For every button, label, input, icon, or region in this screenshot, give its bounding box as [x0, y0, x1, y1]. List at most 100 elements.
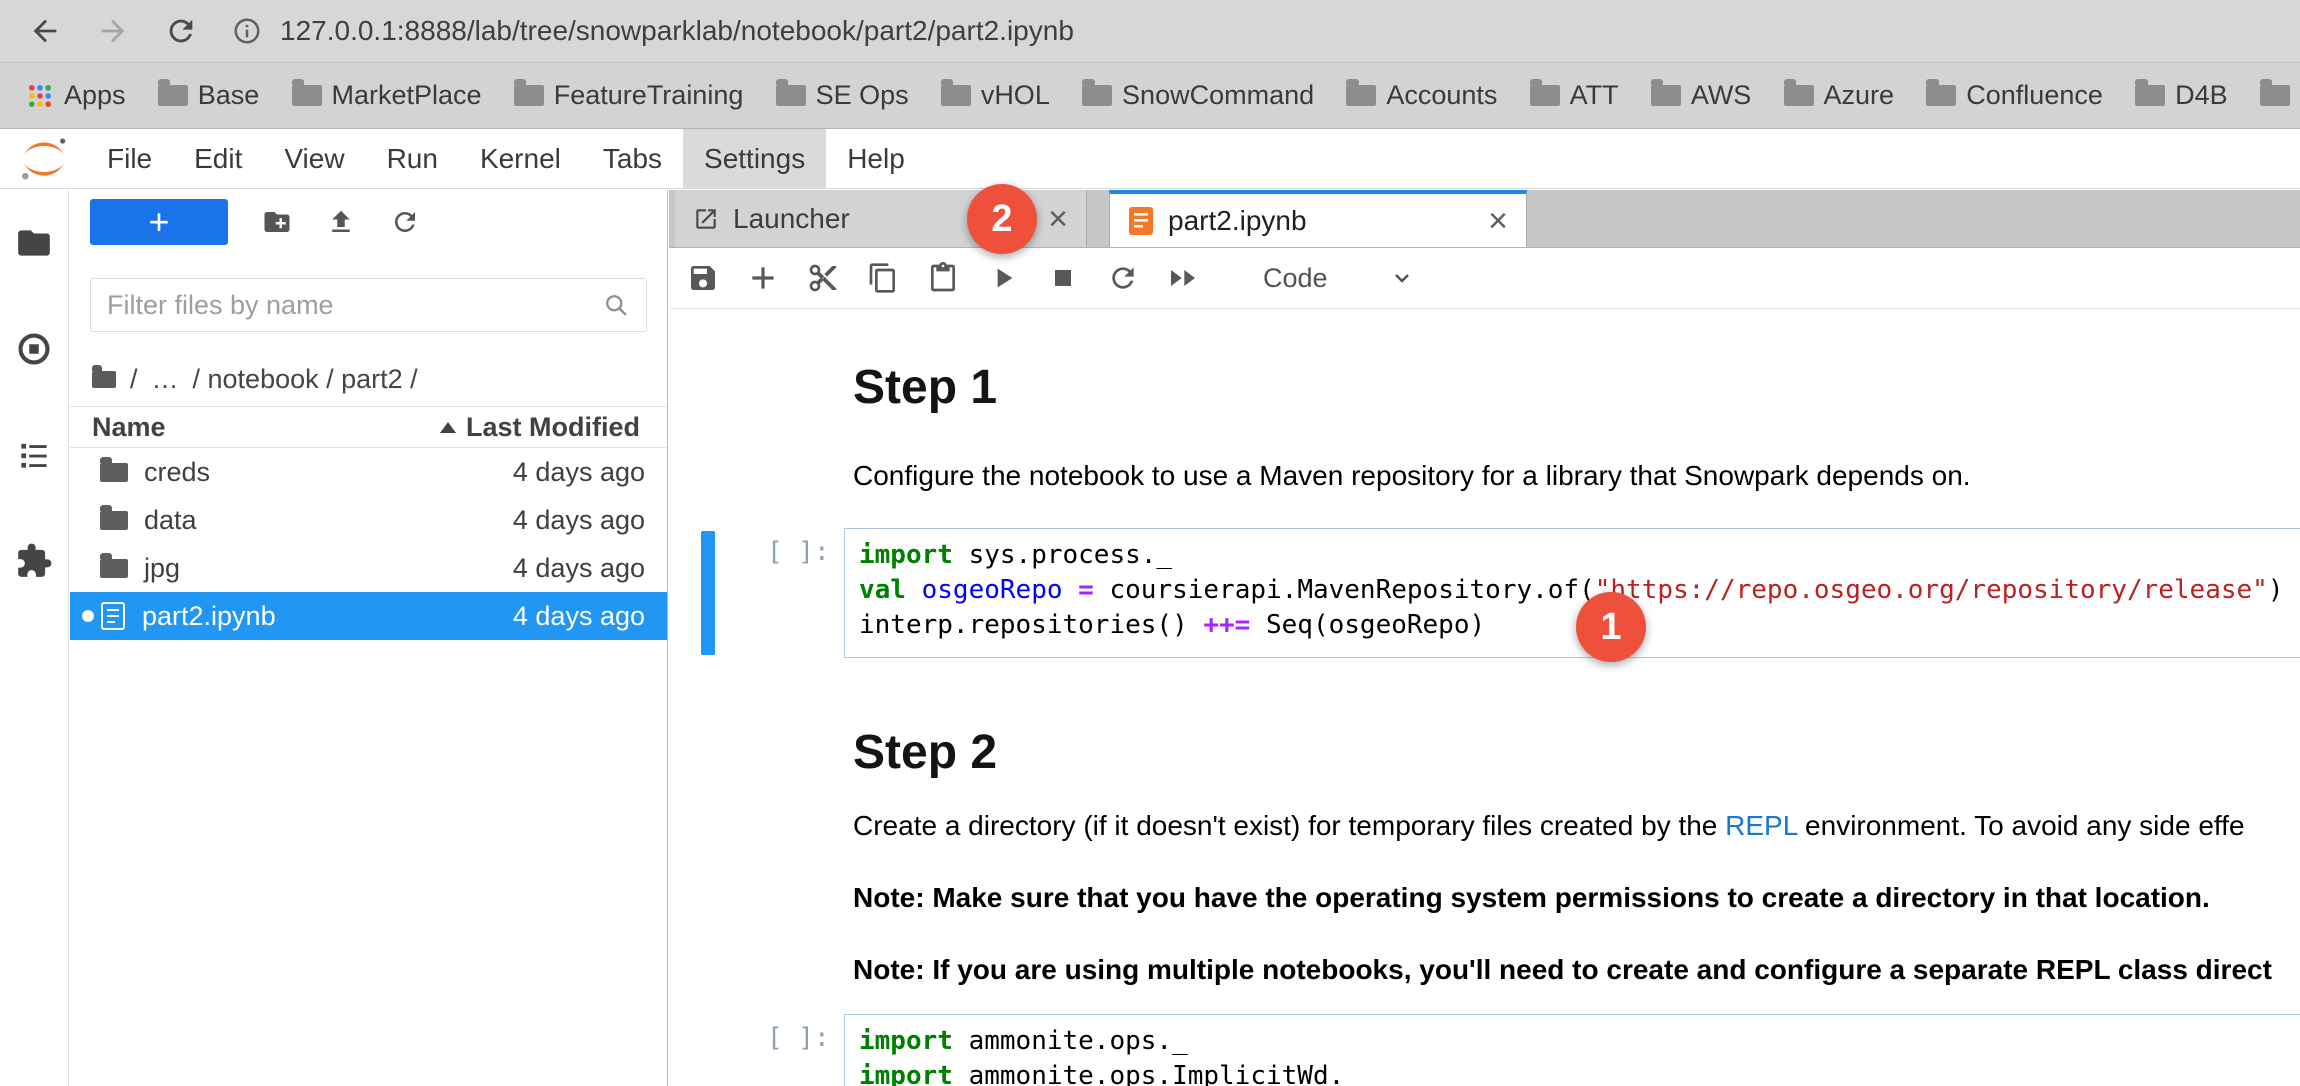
bookmark-folder-vhol[interactable]: vHOL: [941, 80, 1050, 111]
open-file-dot: [82, 610, 94, 622]
bookmark-folder-clipped[interactable]: [2260, 85, 2290, 106]
breadcrumb-ellipsis[interactable]: …: [152, 364, 179, 395]
file-modified: 4 days ago: [513, 601, 645, 632]
bookmark-folder-base[interactable]: Base: [158, 80, 260, 111]
home-folder-icon[interactable]: [92, 371, 116, 388]
menu-help[interactable]: Help: [826, 129, 926, 188]
markdown-note-permissions: Note: Make sure that you have the operat…: [853, 882, 2210, 913]
dock-tab-bar: Launcher × part2.ipynb × 2: [669, 190, 2300, 248]
column-header-last-modified[interactable]: Last Modified: [466, 412, 640, 443]
markdown-paragraph-step2: Create a directory (if it doesn't exist)…: [853, 810, 2245, 842]
stop-icon[interactable]: [1047, 262, 1079, 294]
jupyter-logo: [18, 133, 70, 185]
breadcrumb: / … / notebook / part2 /: [70, 352, 667, 406]
back-icon[interactable]: [28, 14, 62, 48]
reload-icon[interactable]: [164, 14, 198, 48]
menu-view[interactable]: View: [263, 129, 365, 188]
restart-kernel-icon[interactable]: [1107, 262, 1139, 294]
bookmark-label: AWS: [1691, 80, 1752, 111]
close-icon[interactable]: ×: [1488, 204, 1508, 238]
new-folder-icon[interactable]: [262, 207, 292, 237]
refresh-icon[interactable]: [390, 207, 420, 237]
filter-files-input[interactable]: [107, 290, 602, 321]
folder-icon: [2135, 85, 2165, 106]
paragraph-text: environment. To avoid any side effe: [1797, 810, 2244, 841]
copy-icon[interactable]: [867, 262, 899, 294]
file-row-creds[interactable]: creds 4 days ago: [70, 448, 667, 496]
paragraph-text: Create a directory (if it doesn't exist)…: [853, 810, 1725, 841]
breadcrumb-root[interactable]: /: [130, 364, 138, 395]
bookmark-label: Confluence: [1966, 80, 2103, 111]
sidebar-item-file-browser[interactable]: [0, 190, 68, 296]
run-icon[interactable]: [987, 262, 1019, 294]
column-header-name[interactable]: Name: [92, 412, 440, 443]
cell-collapser[interactable]: [701, 531, 715, 655]
repl-link[interactable]: REPL: [1725, 810, 1797, 841]
notebook-icon: [1128, 206, 1154, 236]
menu-settings[interactable]: Settings: [683, 129, 826, 188]
folder-icon: [1082, 85, 1112, 106]
file-modified: 4 days ago: [513, 457, 645, 488]
menu-kernel[interactable]: Kernel: [459, 129, 582, 188]
upload-icon[interactable]: [326, 207, 356, 237]
fast-forward-icon[interactable]: [1167, 262, 1199, 294]
file-modified: 4 days ago: [513, 505, 645, 536]
file-list-header: Name Last Modified: [70, 406, 667, 448]
bookmark-label: vHOL: [981, 80, 1050, 111]
bookmark-folder-aws[interactable]: AWS: [1651, 80, 1752, 111]
file-row-jpg[interactable]: jpg 4 days ago: [70, 544, 667, 592]
save-icon[interactable]: [687, 262, 719, 294]
cut-icon[interactable]: [807, 262, 839, 294]
menu-file[interactable]: File: [86, 129, 173, 188]
file-modified: 4 days ago: [513, 553, 645, 584]
folder-icon: [1926, 85, 1956, 106]
bookmark-apps[interactable]: Apps: [26, 80, 126, 111]
page-info-icon[interactable]: [232, 16, 262, 46]
bookmark-label: Base: [198, 80, 260, 111]
breadcrumb-trail[interactable]: / notebook / part2 /: [193, 364, 418, 395]
bookmark-folder-confluence[interactable]: Confluence: [1926, 80, 2103, 111]
cell-input-prompt: [ ]:: [767, 1023, 830, 1053]
folder-icon: [941, 85, 971, 106]
cell-type-dropdown[interactable]: Code: [1263, 263, 1414, 294]
notebook-content: Step 1 Configure the notebook to use a M…: [669, 310, 2300, 1086]
menu-edit[interactable]: Edit: [173, 129, 263, 188]
code-cell-maven-repo[interactable]: import sys.process._val osgeoRepo = cour…: [844, 528, 2300, 658]
extensions-puzzle-icon: [15, 542, 53, 580]
tab-part2-ipynb[interactable]: part2.ipynb ×: [1109, 190, 1527, 247]
new-launcher-button[interactable]: +: [90, 199, 228, 245]
browser-toolbar: 127.0.0.1:8888/lab/tree/snowparklab/note…: [0, 0, 2300, 62]
menu-run[interactable]: Run: [366, 129, 459, 188]
bookmark-label: ATT: [1570, 80, 1619, 111]
filter-files-box: [90, 278, 647, 332]
file-row-data[interactable]: data 4 days ago: [70, 496, 667, 544]
file-name: jpg: [144, 553, 180, 584]
bookmark-folder-azure[interactable]: Azure: [1784, 80, 1895, 111]
bookmark-label: D4B: [2175, 80, 2228, 111]
file-list: creds 4 days ago data 4 days ago jpg 4 d…: [70, 448, 667, 640]
insert-cell-icon[interactable]: [747, 262, 779, 294]
bookmark-folder-seops[interactable]: SE Ops: [776, 80, 909, 111]
chevron-down-icon: [1390, 266, 1414, 290]
launcher-icon: [693, 206, 719, 232]
bookmark-folder-featuretraining[interactable]: FeatureTraining: [514, 80, 744, 111]
bookmark-folder-marketplace[interactable]: MarketPlace: [292, 80, 482, 111]
sidebar-item-table-of-contents[interactable]: [0, 402, 68, 508]
forward-icon[interactable]: [96, 14, 130, 48]
url-bar[interactable]: 127.0.0.1:8888/lab/tree/snowparklab/note…: [280, 15, 1074, 47]
bookmark-folder-d4b[interactable]: D4B: [2135, 80, 2228, 111]
sidebar-item-extensions[interactable]: [0, 508, 68, 614]
file-row-part2-ipynb[interactable]: part2.ipynb 4 days ago: [70, 592, 667, 640]
close-icon[interactable]: ×: [1048, 202, 1068, 236]
menu-tabs[interactable]: Tabs: [582, 129, 683, 188]
annotation-badge-1: 1: [1576, 592, 1646, 662]
markdown-heading-step1: Step 1: [853, 360, 997, 415]
bookmark-folder-snowcommand[interactable]: SnowCommand: [1082, 80, 1314, 111]
tab-label: part2.ipynb: [1168, 205, 1307, 237]
code-cell-ammonite-imports[interactable]: import ammonite.ops._import ammonite.ops…: [844, 1014, 2300, 1086]
running-sessions-icon: [15, 330, 53, 368]
bookmark-folder-accounts[interactable]: Accounts: [1346, 80, 1497, 111]
sidebar-item-running-sessions[interactable]: [0, 296, 68, 402]
bookmark-folder-att[interactable]: ATT: [1530, 80, 1619, 111]
paste-icon[interactable]: [927, 262, 959, 294]
